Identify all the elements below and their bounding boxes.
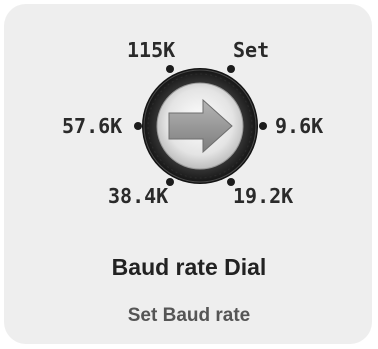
dial-option-57-6k[interactable]: 57.6K xyxy=(62,116,122,136)
dial-option-38-4k[interactable]: 38.4K xyxy=(108,186,168,206)
tick-115k[interactable] xyxy=(166,65,174,73)
tick-9-6k[interactable] xyxy=(259,122,267,130)
widget-subtitle: Set Baud rate xyxy=(127,305,251,326)
tick-set[interactable] xyxy=(227,65,235,73)
tick-57-6k[interactable] xyxy=(134,122,142,130)
dial-option-9-6k[interactable]: 9.6K xyxy=(275,116,323,136)
dial-option-19-2k[interactable]: 19.2K xyxy=(233,186,293,206)
baud-rate-dial[interactable] xyxy=(0,0,378,349)
dial-option-set[interactable]: Set xyxy=(233,40,269,60)
widget-title: Baud rate Dial xyxy=(111,254,267,280)
dial-option-115k[interactable]: 115K xyxy=(127,40,175,60)
